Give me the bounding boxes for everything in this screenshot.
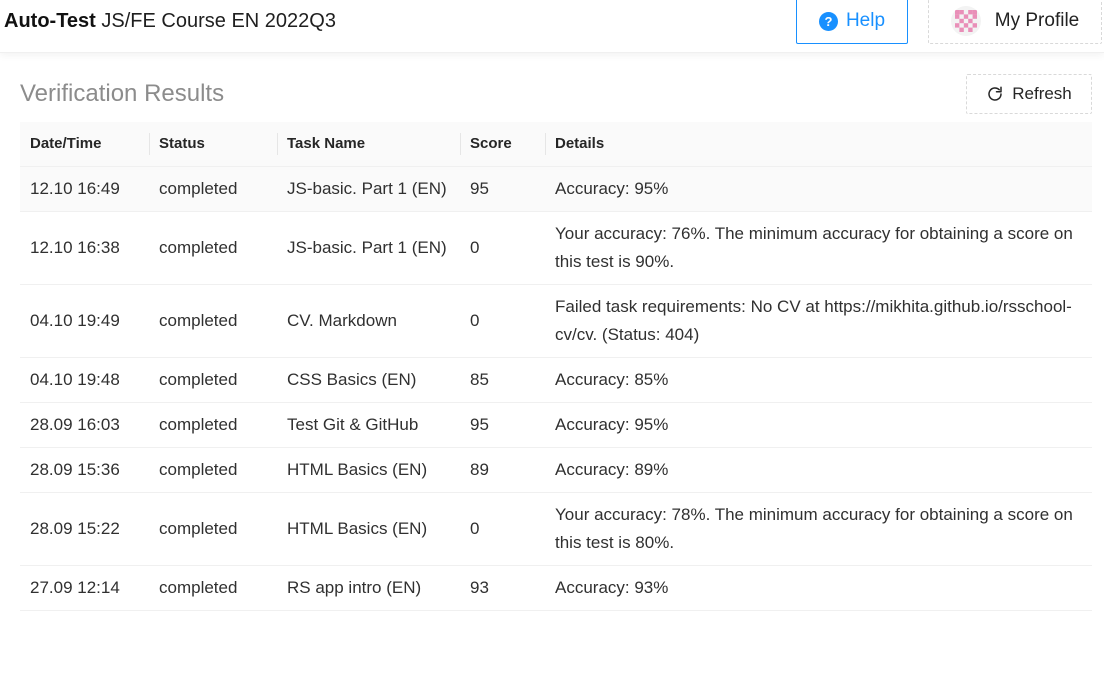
table-row: 04.10 19:49 completed CV. Markdown 0 Fai…: [20, 284, 1092, 358]
question-circle-icon: ?: [818, 11, 838, 31]
cell-details: Accuracy: 93%: [545, 565, 1092, 611]
cell-details: Accuracy: 85%: [545, 357, 1092, 403]
page-title: Verification Results: [20, 80, 225, 107]
cell-score: 0: [460, 492, 545, 566]
cell-score: 89: [460, 447, 545, 493]
cell-score: 93: [460, 565, 545, 611]
cell-task-name: RS app intro (EN): [277, 565, 460, 611]
cell-status: completed: [149, 211, 277, 285]
column-header-status[interactable]: Status: [149, 122, 277, 167]
cell-task-name: CSS Basics (EN): [277, 357, 460, 403]
cell-datetime: 28.09 16:03: [20, 402, 149, 448]
column-header-score[interactable]: Score: [460, 122, 545, 167]
table-row: 28.09 15:22 completed HTML Basics (EN) 0…: [20, 492, 1092, 566]
cell-status: completed: [149, 402, 277, 448]
table-row: 04.10 19:48 completed CSS Basics (EN) 85…: [20, 357, 1092, 403]
app-name: Auto-Test: [4, 10, 96, 32]
cell-score: 95: [460, 402, 545, 448]
cell-task-name: CV. Markdown: [277, 284, 460, 358]
cell-datetime: 12.10 16:49: [20, 166, 149, 212]
cell-status: completed: [149, 166, 277, 212]
cell-status: completed: [149, 357, 277, 403]
cell-task-name: JS-basic. Part 1 (EN): [277, 211, 460, 285]
cell-task-name: JS-basic. Part 1 (EN): [277, 166, 460, 212]
refresh-label: Refresh: [1012, 84, 1072, 103]
cell-status: completed: [149, 447, 277, 493]
refresh-button[interactable]: Refresh: [966, 74, 1092, 114]
table-row: 12.10 16:38 completed JS-basic. Part 1 (…: [20, 211, 1092, 285]
cell-score: 95: [460, 166, 545, 212]
my-profile-label: My Profile: [994, 10, 1080, 31]
my-profile-button[interactable]: My Profile: [928, 0, 1102, 44]
cell-datetime: 12.10 16:38: [20, 211, 149, 285]
app-title: Auto-Test JS/FE Course EN 2022Q3: [4, 9, 336, 33]
cell-task-name: HTML Basics (EN): [277, 447, 460, 493]
cell-task-name: Test Git & GitHub: [277, 402, 460, 448]
cell-status: completed: [149, 284, 277, 358]
cell-datetime: 04.10 19:48: [20, 357, 149, 403]
cell-status: completed: [149, 565, 277, 611]
cell-details: Failed task requirements: No CV at https…: [545, 284, 1092, 358]
identicon-icon: [954, 10, 977, 32]
cell-task-name: HTML Basics (EN): [277, 492, 460, 566]
table-row: 27.09 12:14 completed RS app intro (EN) …: [20, 565, 1092, 611]
cell-score: 85: [460, 357, 545, 403]
help-label: Help: [845, 10, 886, 31]
cell-datetime: 28.09 15:36: [20, 447, 149, 493]
column-header-details[interactable]: Details: [545, 122, 1092, 167]
cell-score: 0: [460, 284, 545, 358]
table-row: 28.09 16:03 completed Test Git & GitHub …: [20, 402, 1092, 448]
help-button[interactable]: ? Help: [796, 0, 908, 44]
cell-details: Your accuracy: 76%. The minimum accuracy…: [545, 211, 1092, 285]
cell-details: Accuracy: 95%: [545, 402, 1092, 448]
cell-details: Accuracy: 89%: [545, 447, 1092, 493]
cell-details: Your accuracy: 78%. The minimum accuracy…: [545, 492, 1092, 566]
cell-datetime: 28.09 15:22: [20, 492, 149, 566]
cell-score: 0: [460, 211, 545, 285]
cell-datetime: 27.09 12:14: [20, 565, 149, 611]
table-header-row: Date/Time Status Task Name Score Details: [20, 122, 1092, 167]
cell-datetime: 04.10 19:49: [20, 284, 149, 358]
course-name: JS/FE Course EN 2022Q3: [101, 10, 336, 32]
avatar: [950, 6, 981, 36]
column-header-task-name[interactable]: Task Name: [277, 122, 460, 167]
cell-details: Accuracy: 95%: [545, 166, 1092, 212]
column-header-datetime[interactable]: Date/Time: [20, 122, 149, 167]
top-header: Auto-Test JS/FE Course EN 2022Q3 ? Help: [0, 0, 1104, 53]
cell-status: completed: [149, 492, 277, 566]
table-row: 12.10 16:49 completed JS-basic. Part 1 (…: [20, 166, 1092, 212]
results-table: Date/Time Status Task Name Score Details…: [20, 122, 1092, 611]
reload-icon: [988, 86, 1002, 101]
table-row: 28.09 15:36 completed HTML Basics (EN) 8…: [20, 447, 1092, 493]
